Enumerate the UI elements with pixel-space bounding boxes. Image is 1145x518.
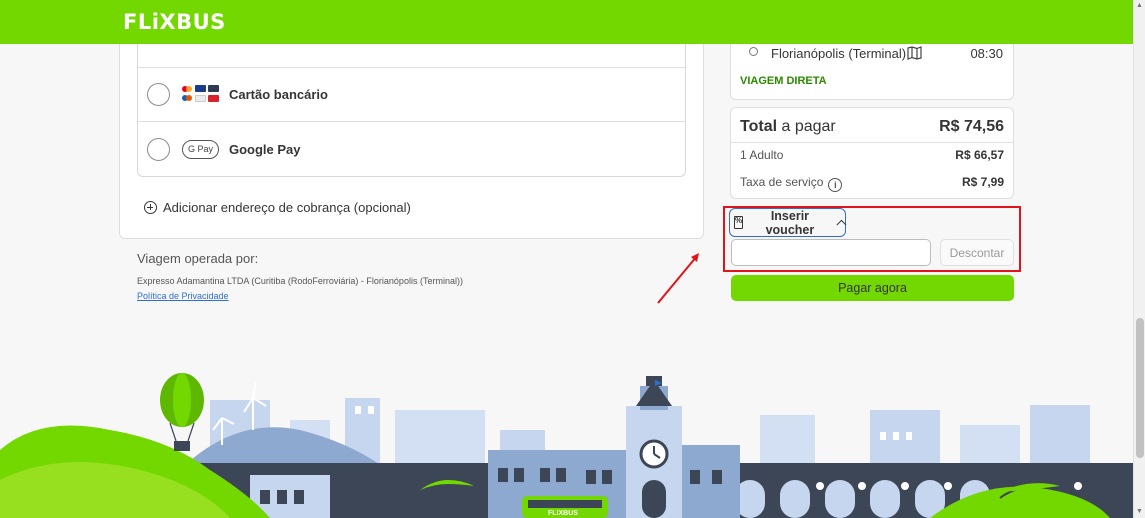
- checkout-page: FLiXBUS Cartão bancário G Pay Google Pay…: [0, 0, 1145, 518]
- google-pay-icon: G Pay: [182, 140, 219, 159]
- google-pay-radio[interactable]: [147, 138, 170, 161]
- service-fee-value: R$ 7,99: [961, 175, 1004, 189]
- direct-trip-label: VIAGEM DIRETA: [740, 75, 827, 87]
- payment-option-card[interactable]: Cartão bancário: [138, 67, 685, 121]
- billing-address-label: Adicionar endereço de cobrança (opcional…: [163, 200, 411, 215]
- total-value: R$ 74,56: [939, 118, 1004, 135]
- info-icon[interactable]: i: [828, 178, 843, 192]
- vertical-scrollbar[interactable]: ▲ ▼: [1133, 0, 1145, 518]
- bus-label: FLIXBUS: [548, 510, 578, 517]
- card-radio[interactable]: [147, 83, 170, 106]
- credit-cards-icon: [182, 85, 220, 103]
- service-fee-row: Taxa de serviço i: [740, 175, 843, 192]
- payment-option-google-pay[interactable]: G Pay Google Pay: [138, 121, 685, 175]
- service-fee-label: Taxa de serviço: [740, 175, 824, 189]
- scroll-up-icon[interactable]: ▲: [1136, 2, 1143, 10]
- stop-time: 08:30: [970, 46, 1003, 61]
- adult-value: R$ 66,57: [955, 148, 1004, 162]
- google-pay-label: Google Pay: [229, 142, 301, 157]
- map-icon[interactable]: [907, 46, 922, 60]
- operator-text: Expresso Adamantina LTDA (Curitiba (Rodo…: [137, 276, 463, 286]
- plus-circle-icon: [144, 201, 157, 214]
- payment-card: Cartão bancário G Pay Google Pay Adicion…: [119, 20, 704, 239]
- pay-now-button[interactable]: Pagar agora: [731, 275, 1014, 301]
- payment-methods-list: Cartão bancário G Pay Google Pay: [137, 21, 686, 177]
- add-billing-address[interactable]: Adicionar endereço de cobrança (opcional…: [144, 200, 411, 215]
- stop-dot-icon: [749, 47, 758, 56]
- privacy-policy-link[interactable]: Política de Privacidade: [137, 291, 229, 301]
- operator-title: Viagem operada por:: [137, 251, 259, 266]
- annotation-arrow-icon: [657, 253, 699, 304]
- scroll-down-icon[interactable]: ▼: [1136, 508, 1143, 516]
- scrollbar-thumb[interactable]: [1136, 318, 1144, 458]
- card-label: Cartão bancário: [229, 87, 328, 102]
- stop-name: Florianópolis (Terminal): [771, 46, 907, 61]
- price-summary-card: Total a pagar R$ 74,56 1 Adulto R$ 66,57…: [730, 107, 1014, 199]
- flixbus-logo[interactable]: FLiXBUS: [123, 10, 226, 34]
- adult-label: 1 Adulto: [740, 148, 784, 162]
- city-illustration: FLIXBUS: [0, 373, 1133, 518]
- annotation-highlight-box: [723, 206, 1021, 272]
- divider: [731, 142, 1013, 143]
- top-header: FLiXBUS: [0, 0, 1133, 44]
- total-label: Total a pagar: [740, 118, 836, 135]
